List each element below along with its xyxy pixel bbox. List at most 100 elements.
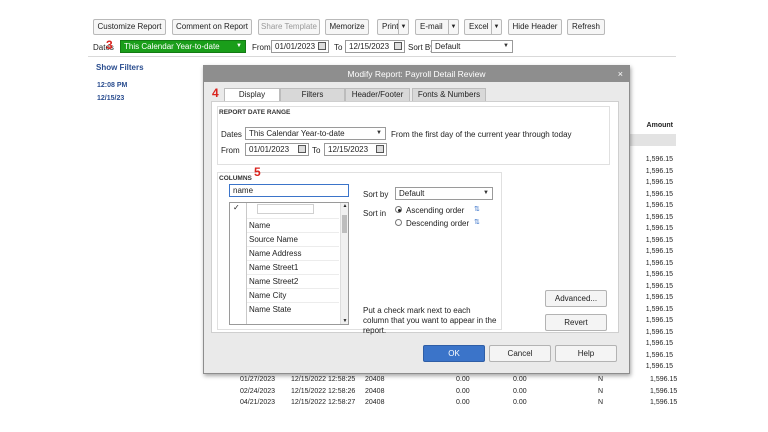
- scroll-up-icon[interactable]: ▲: [341, 203, 349, 209]
- calendar-icon[interactable]: [394, 42, 402, 50]
- cell-a: 0.00: [456, 387, 470, 395]
- report-date: 12/15/23: [97, 95, 125, 102]
- help-button[interactable]: Help: [555, 345, 617, 362]
- column-option[interactable]: Name City: [247, 288, 339, 301]
- cancel-button[interactable]: Cancel: [489, 345, 551, 362]
- to-date-field[interactable]: 12/15/2023: [345, 40, 405, 53]
- table-row[interactable]: 02/24/2023 12/15/2022 12:58:26 20408 0.00 0.…: [230, 387, 678, 399]
- chevron-down-icon[interactable]: ▼: [398, 20, 408, 34]
- column-option[interactable]: Source Name: [247, 232, 339, 245]
- date-range-section: REPORT DATE RANGE Dates This Calendar Ye…: [217, 106, 610, 165]
- cell-b: 0.00: [513, 387, 527, 395]
- tab-display[interactable]: Display: [224, 88, 280, 102]
- amount-cell: 1,596.15: [645, 259, 673, 267]
- chevron-down-icon: ▼: [376, 130, 382, 136]
- cell-a: 0.00: [456, 399, 470, 406]
- show-filters-link[interactable]: Show Filters: [96, 63, 144, 72]
- excel-button[interactable]: Excel ▼: [464, 19, 502, 35]
- step-marker-3: 3: [106, 38, 113, 52]
- columns-list[interactable]: ✓ Name Source Name Name Address Name Street…: [229, 202, 349, 325]
- scrollbar[interactable]: ▲ ▼: [340, 203, 348, 324]
- amount-header-band: [630, 134, 676, 146]
- chevron-down-icon: ▼: [503, 43, 509, 49]
- from-date-field[interactable]: 01/01/2023: [271, 40, 329, 53]
- columns-header: COLUMNS: [219, 175, 252, 182]
- amount-cell: 1,596.15: [645, 248, 673, 255]
- amount-cell: 1,596.15: [645, 328, 673, 336]
- step-marker-5: 5: [254, 165, 261, 179]
- sortin-label: Sort in: [363, 209, 387, 218]
- column-search-value: name: [233, 186, 254, 195]
- amount-cell: 1,596.15: [645, 271, 673, 278]
- sortby-select[interactable]: Default ▼: [431, 40, 513, 53]
- columns-hint: Put a check mark next to each column tha…: [363, 306, 497, 335]
- memorize-button[interactable]: Memorize: [325, 19, 369, 35]
- column-search-input[interactable]: name: [229, 184, 349, 197]
- dialog-to-field[interactable]: 12/15/2023: [324, 143, 387, 156]
- column-option[interactable]: Name Street1: [247, 260, 339, 273]
- column-option[interactable]: Name State: [247, 302, 339, 315]
- customize-report-button[interactable]: Customize Report: [93, 19, 166, 35]
- cell-b: 0.00: [513, 399, 527, 406]
- column-option[interactable]: Name: [247, 218, 339, 231]
- scroll-down-icon[interactable]: ▼: [341, 318, 349, 324]
- amount-cell: 1,596.15: [645, 363, 673, 370]
- table-row[interactable]: 01/27/2023 12/15/2022 12:58:25 20408 0.00 0.…: [230, 376, 677, 387]
- tab-header-footer[interactable]: Header/Footer: [345, 88, 410, 102]
- print-label: Print: [382, 22, 399, 31]
- hide-header-button[interactable]: Hide Header: [508, 19, 562, 35]
- amount-cell: 1,596.15: [645, 282, 673, 290]
- descending-radio[interactable]: [395, 219, 402, 226]
- amount-cell: 1,596.15: [645, 225, 673, 232]
- revert-button[interactable]: Revert: [545, 314, 607, 331]
- ascending-label: Ascending order: [406, 206, 465, 215]
- from-date-value: 01/01/2023: [275, 42, 316, 51]
- scrollbar-thumb[interactable]: [342, 215, 347, 233]
- dialog-sortby-select[interactable]: Default ▼: [395, 187, 493, 200]
- close-icon[interactable]: ×: [618, 66, 623, 82]
- cell-date: 01/27/2023: [240, 376, 276, 383]
- share-template-button[interactable]: Share Template: [258, 19, 320, 35]
- date-range-description: From the first day of the current year t…: [391, 130, 572, 139]
- advanced-button[interactable]: Advanced...: [545, 290, 607, 307]
- dates-select[interactable]: This Calendar Year-to-date ▼: [120, 40, 246, 53]
- descending-label: Descending order: [406, 219, 470, 228]
- cell-created: 12/15/2022 12:58:26: [291, 387, 356, 395]
- dialog-from-field[interactable]: 01/01/2023: [245, 143, 309, 156]
- print-button[interactable]: Print ▼: [377, 19, 409, 35]
- ok-button[interactable]: OK: [423, 345, 485, 362]
- cell-num: 20408: [365, 376, 385, 383]
- cell-flag: N: [598, 399, 604, 406]
- column-option[interactable]: Name Address: [247, 246, 339, 259]
- cell-amount: 1,596.15: [650, 387, 678, 395]
- columns-section: COLUMNS 5 name ✓ Name Source Name Name Add…: [217, 165, 502, 335]
- ascending-radio[interactable]: [395, 206, 402, 213]
- tab-filters[interactable]: Filters: [280, 88, 345, 102]
- to-date-value: 12/15/2023: [349, 42, 390, 51]
- column-option[interactable]: Name Street2: [247, 274, 339, 287]
- cell-date: 04/21/2023: [240, 399, 276, 406]
- excel-label: Excel: [469, 22, 489, 31]
- amount-cell: 1,596.15: [645, 294, 673, 301]
- email-label: E-mail: [420, 22, 443, 31]
- dates-select-value: This Calendar Year-to-date: [124, 42, 220, 51]
- step-marker-4: 4: [212, 86, 219, 100]
- sort-descending-icon: ⇅: [474, 219, 480, 226]
- tab-fonts-numbers[interactable]: Fonts & Numbers: [412, 88, 486, 102]
- calendar-icon[interactable]: [298, 145, 306, 153]
- chevron-down-icon[interactable]: ▼: [448, 20, 458, 34]
- cell-created: 12/15/2022 12:58:27: [291, 399, 356, 406]
- display-panel: REPORT DATE RANGE Dates This Calendar Ye…: [211, 101, 619, 335]
- calendar-icon[interactable]: [318, 42, 326, 50]
- table-row[interactable]: 04/21/2023 12/15/2022 12:58:27 20408 0.00 0.…: [230, 399, 677, 410]
- amount-cell: 1,596.15: [645, 236, 673, 244]
- modify-report-dialog: Modify Report: Payroll Detail Review × 4…: [203, 65, 630, 374]
- dialog-dates-select[interactable]: This Calendar Year-to-date ▼: [245, 127, 386, 140]
- refresh-button[interactable]: Refresh: [567, 19, 605, 35]
- calendar-icon[interactable]: [376, 145, 384, 153]
- amount-cell: 1,596.15: [645, 317, 673, 324]
- email-button[interactable]: E-mail ▼: [415, 19, 459, 35]
- chevron-down-icon[interactable]: ▼: [491, 20, 501, 34]
- comment-on-report-button[interactable]: Comment on Report: [172, 19, 252, 35]
- cell-b: 0.00: [513, 376, 527, 383]
